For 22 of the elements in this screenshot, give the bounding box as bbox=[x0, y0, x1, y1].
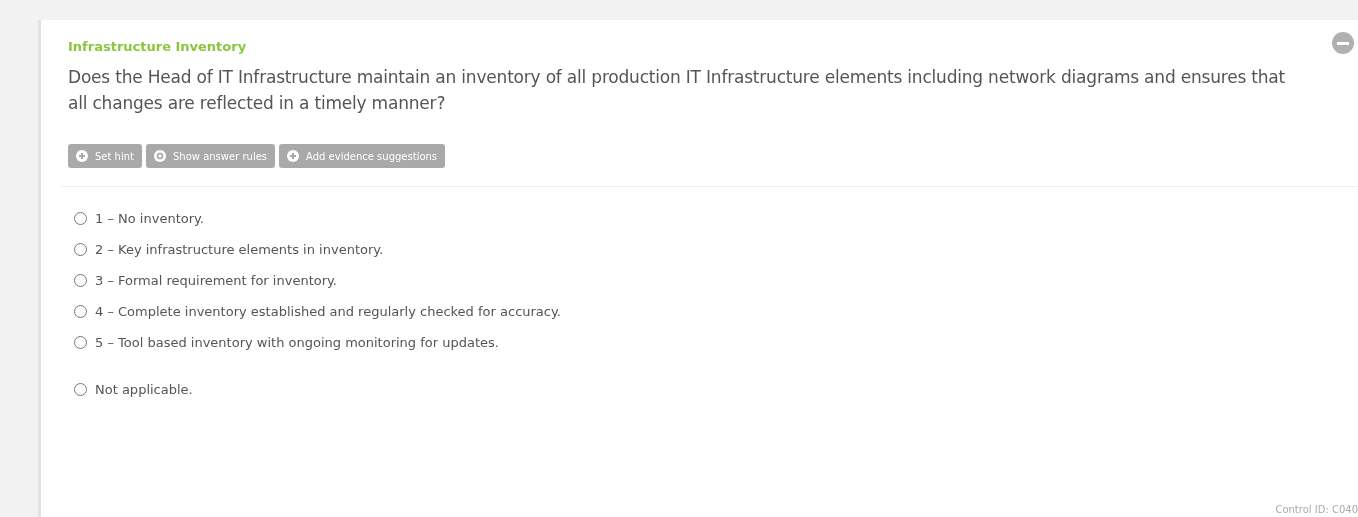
plus-circle-icon bbox=[76, 150, 88, 162]
option-label: 1 – No inventory. bbox=[95, 211, 204, 226]
control-id: Control ID: C040 bbox=[1275, 504, 1358, 515]
option-label: 3 – Formal requirement for inventory. bbox=[95, 273, 337, 288]
section-title: Infrastructure Inventory bbox=[68, 39, 247, 54]
collapse-button[interactable] bbox=[1332, 32, 1354, 54]
action-button[interactable]: Show answer rules bbox=[146, 144, 276, 168]
minus-icon bbox=[1337, 41, 1349, 45]
action-button[interactable]: Add evidence suggestions bbox=[279, 144, 446, 168]
question-text: Does the Head of IT Infrastructure maintain an inventory of all production IT Infrastructure elements including network diagrams and ensures that all changes are reflected in a timely manner? bbox=[68, 66, 1287, 115]
option-label: 2 – Key infrastructure elements in inventory. bbox=[95, 242, 384, 257]
radio-button[interactable] bbox=[74, 336, 87, 349]
radio-button[interactable] bbox=[74, 383, 87, 396]
option-label: 4 – Complete inventory established and regularly checked for accuracy. bbox=[95, 304, 561, 319]
plus-circle-icon bbox=[287, 150, 300, 162]
option-label: 5 – Tool based inventory with ongoing monitoring for updates. bbox=[95, 335, 499, 350]
radio-button[interactable] bbox=[74, 212, 87, 225]
radio-button[interactable] bbox=[74, 274, 87, 287]
action-button[interactable]: Set hint bbox=[68, 144, 142, 168]
radio-button[interactable] bbox=[74, 305, 87, 318]
option-label: Not applicable. bbox=[95, 382, 193, 397]
radio-button[interactable] bbox=[74, 243, 87, 256]
